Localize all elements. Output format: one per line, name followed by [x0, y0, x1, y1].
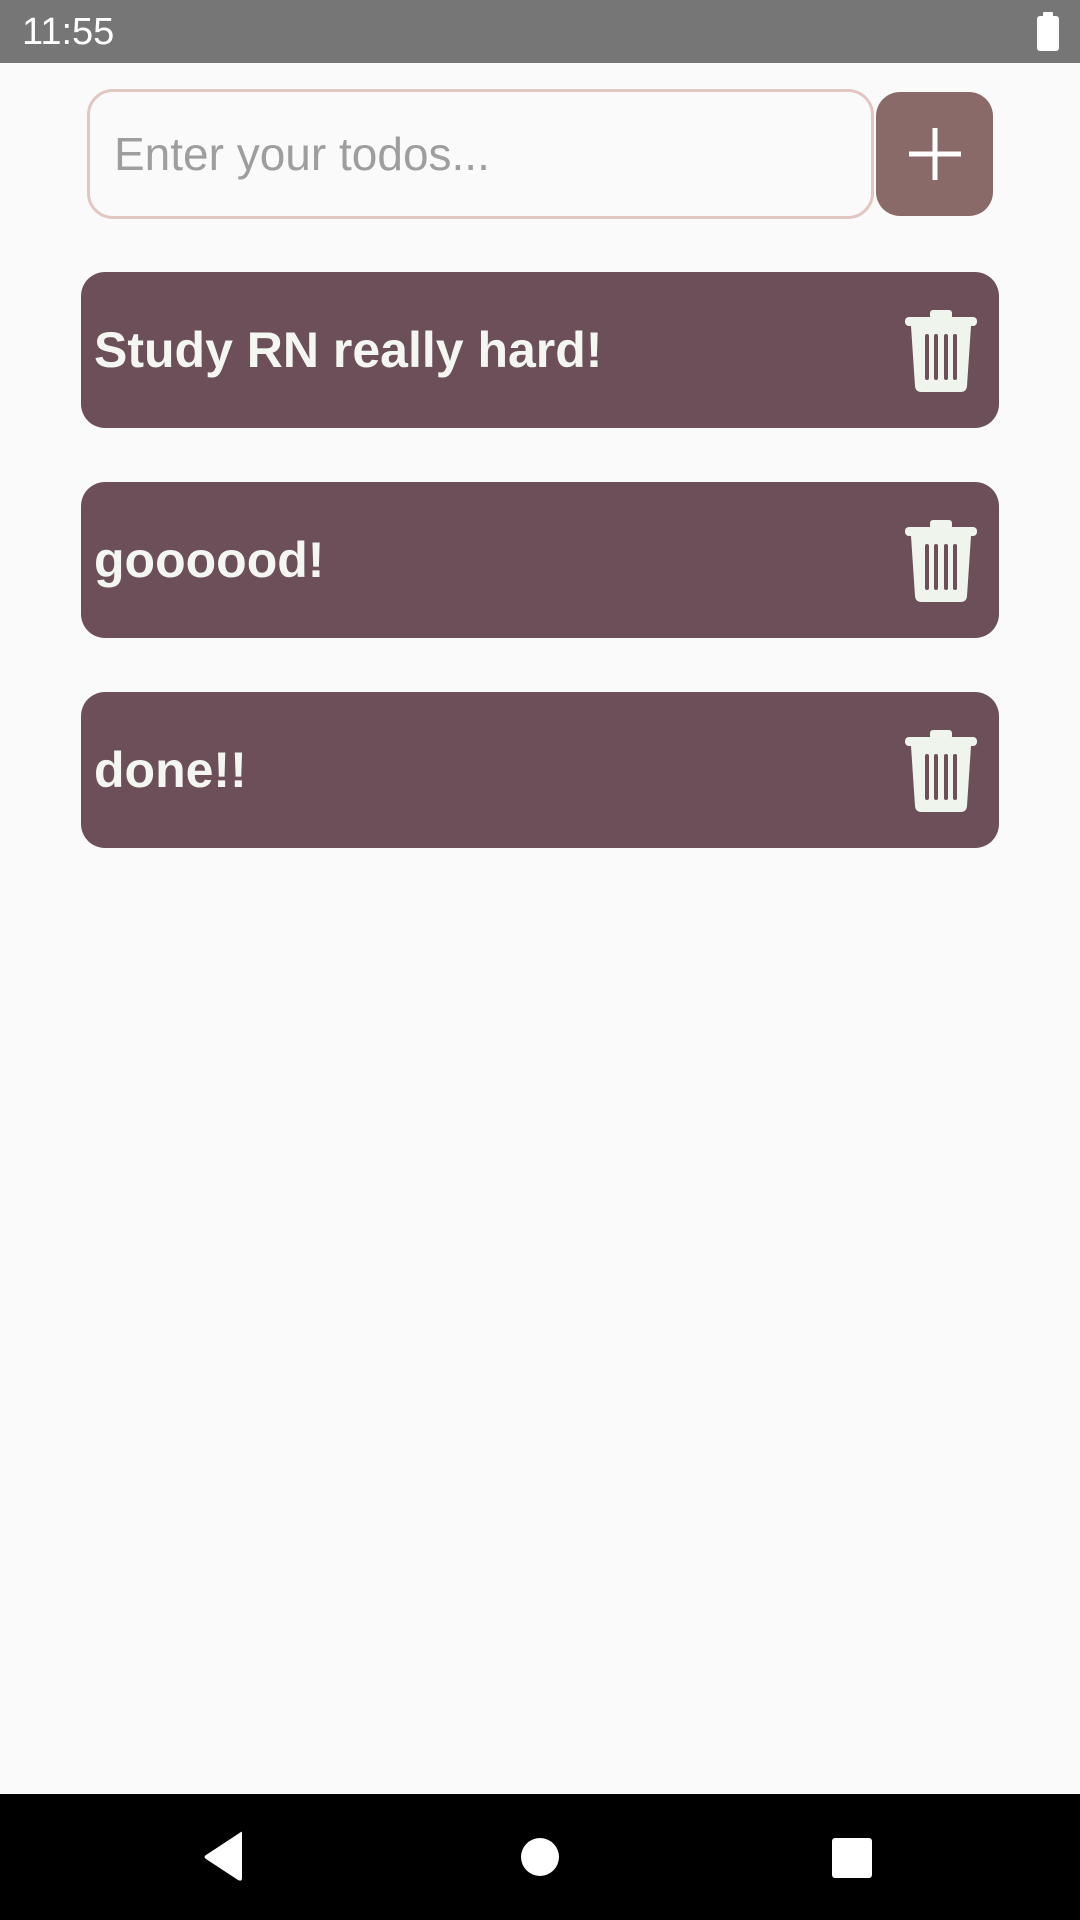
status-time: 11:55 — [22, 11, 115, 53]
delete-todo-button[interactable] — [901, 512, 985, 608]
todo-item[interactable]: goooood! — [81, 482, 999, 638]
todo-text: done!! — [94, 742, 247, 798]
todo-input[interactable] — [87, 89, 874, 219]
add-todo-button[interactable] — [876, 92, 993, 216]
delete-todo-button[interactable] — [901, 302, 985, 398]
recent-apps-button[interactable] — [806, 1812, 896, 1902]
todo-text: goooood! — [94, 532, 325, 588]
todo-text: Study RN really hard! — [94, 322, 603, 378]
delete-todo-button[interactable] — [901, 722, 985, 818]
navigation-bar — [0, 1794, 1080, 1920]
back-button[interactable] — [180, 1812, 270, 1902]
status-bar: 11:55 — [0, 0, 1080, 63]
todo-list: Study RN really hard! goooood! done!! — [81, 272, 999, 902]
home-button[interactable] — [495, 1812, 585, 1902]
todo-item[interactable]: done!! — [81, 692, 999, 848]
battery-full-icon — [1036, 12, 1060, 52]
todo-item[interactable]: Study RN really hard! — [81, 272, 999, 428]
